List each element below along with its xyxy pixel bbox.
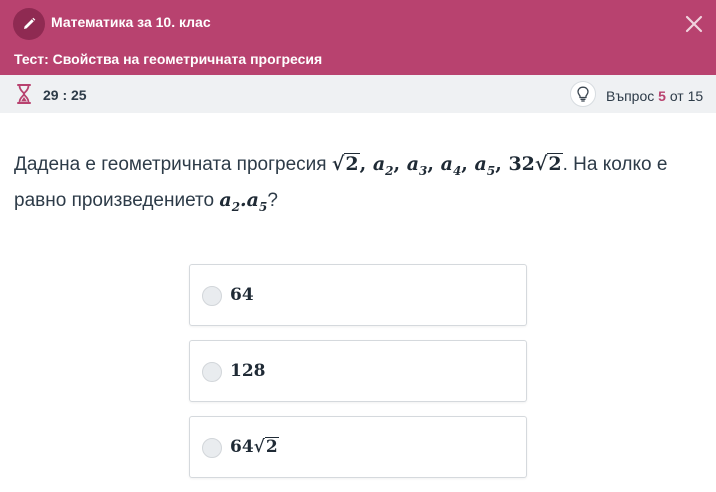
last-coef: 32	[508, 153, 535, 175]
question-counter: Въпрос 5 от 15	[606, 88, 703, 104]
term-letter: a	[440, 153, 453, 175]
question-end: ?	[267, 189, 278, 211]
answer-option-1[interactable]: 64	[189, 264, 527, 326]
close-icon[interactable]	[684, 14, 704, 34]
math-product: a2.a5	[219, 188, 267, 214]
math-sqrt-first: √2	[331, 153, 360, 175]
status-bar: 29 : 25 Въпрос 5 от 15	[0, 75, 716, 113]
term-letter: a	[219, 188, 232, 211]
radio-button[interactable]	[202, 362, 222, 382]
course-title: Математика за 10. клас	[51, 14, 211, 30]
term-letter: a	[474, 153, 487, 175]
term-a3: a3	[406, 153, 428, 178]
term-index: 2	[231, 199, 241, 214]
term-index: 5	[486, 163, 496, 178]
question-text: Дадена е геометричната прогресия √2, a2,…	[14, 153, 668, 214]
answer-text: 64	[230, 285, 254, 305]
sqrt-radicand: 2	[264, 437, 279, 457]
answer-coef: 64	[230, 437, 254, 457]
radio-button[interactable]	[202, 438, 222, 458]
term-letter: a	[406, 153, 420, 175]
term-letter: a	[246, 188, 259, 211]
question-lead: Дадена е геометричната прогресия	[14, 154, 332, 175]
question-current: 5	[658, 88, 666, 104]
term-a5: a5	[474, 153, 496, 178]
timer: 29 : 25	[43, 87, 87, 103]
test-title: Тест: Свойства на геометричната прогреси…	[14, 51, 323, 67]
hourglass-icon	[17, 84, 31, 104]
question-of: от	[669, 88, 684, 104]
question-total: 15	[687, 88, 704, 104]
math-last-term: 32√2	[508, 153, 563, 175]
answer-option-2[interactable]: 128	[189, 340, 527, 402]
sqrt-radicand: 2	[344, 153, 360, 175]
answer-option-3[interactable]: 64√2	[189, 416, 527, 478]
radio-button[interactable]	[202, 286, 222, 306]
term-a2: a2	[372, 153, 394, 178]
answer-options: 64 128 64√2	[189, 264, 527, 492]
answer-text: 128	[230, 361, 266, 381]
sqrt-radicand: 2	[547, 153, 563, 175]
question-label: Въпрос	[606, 88, 655, 104]
hint-button[interactable]	[570, 81, 596, 107]
term-a4: a4	[440, 153, 462, 178]
term-letter: a	[372, 153, 386, 175]
pencil-icon	[24, 17, 36, 29]
answer-text: 64√2	[230, 437, 279, 457]
edit-button[interactable]	[13, 8, 45, 40]
lightbulb-icon	[577, 86, 589, 102]
product-dot: .	[240, 188, 247, 211]
top-header: Математика за 10. клас Тест: Свойства на…	[0, 0, 716, 75]
